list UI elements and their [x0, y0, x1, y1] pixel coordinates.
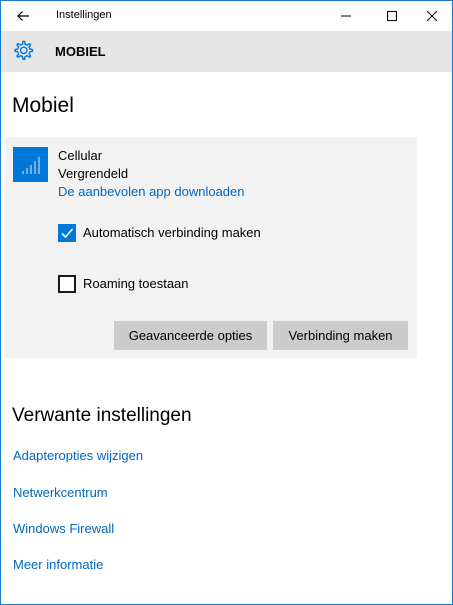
minimize-icon — [341, 15, 351, 17]
gear-icon — [14, 40, 34, 60]
back-button[interactable] — [1, 1, 45, 31]
adapter-options-link[interactable]: Adapteropties wijzigen — [13, 448, 143, 463]
maximize-icon — [387, 11, 397, 21]
related-settings-title: Verwante instellingen — [12, 405, 192, 426]
network-name: Cellular — [58, 148, 103, 163]
checkmark-icon — [61, 228, 74, 239]
roaming-label[interactable]: Roaming toestaan — [83, 276, 189, 291]
page-header: MOBIEL — [1, 31, 452, 72]
auto-connect-label[interactable]: Automatisch verbinding maken — [83, 225, 261, 240]
window-title: Instellingen — [56, 9, 112, 21]
cellular-signal-tile — [13, 147, 48, 182]
auto-connect-checkbox[interactable] — [58, 224, 76, 242]
header-title: MOBIEL — [55, 44, 106, 59]
more-info-link[interactable]: Meer informatie — [13, 557, 103, 572]
connect-button[interactable]: Verbinding maken — [273, 321, 408, 350]
network-center-link[interactable]: Netwerkcentrum — [13, 485, 108, 500]
cellular-signal-icon — [22, 157, 40, 174]
recommended-app-link[interactable]: De aanbevolen app downloaden — [58, 184, 245, 199]
network-card: Cellular Vergrendeld De aanbevolen app d… — [5, 137, 417, 358]
close-icon — [427, 11, 437, 21]
roaming-checkbox[interactable] — [58, 275, 76, 293]
back-arrow-icon — [17, 11, 29, 21]
minimize-button[interactable] — [323, 1, 369, 31]
close-button[interactable] — [409, 1, 452, 31]
network-status: Vergrendeld — [58, 166, 129, 181]
advanced-options-button[interactable]: Geavanceerde opties — [114, 321, 267, 350]
windows-firewall-link[interactable]: Windows Firewall — [13, 521, 114, 536]
page-title: Mobiel — [12, 94, 74, 117]
settings-window: Instellingen MOBIEL Mobiel Cellular Verg… — [0, 0, 453, 605]
title-bar: Instellingen — [1, 1, 452, 31]
